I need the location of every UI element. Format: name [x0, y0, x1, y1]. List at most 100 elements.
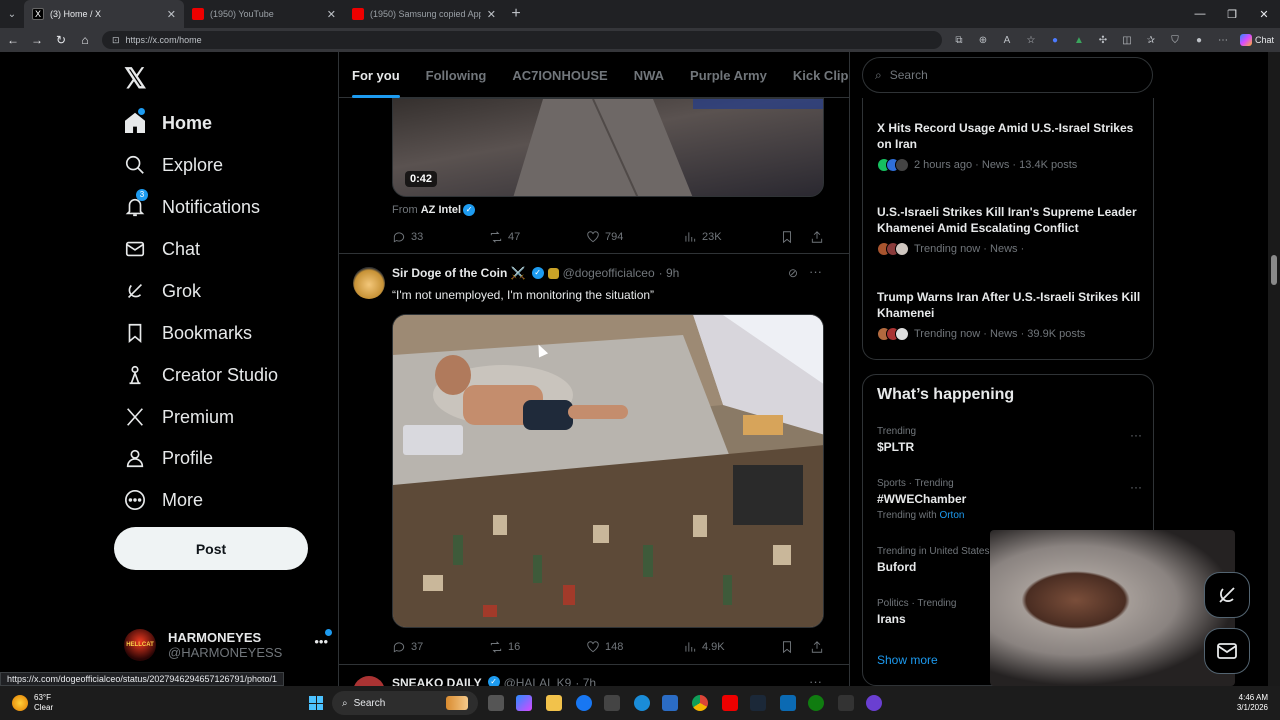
views-button[interactable]: 23K — [683, 230, 780, 244]
bookmark-icon[interactable] — [780, 230, 794, 244]
app-available-icon[interactable]: ⧉ — [952, 33, 966, 47]
restore-icon[interactable]: ❐ — [1216, 8, 1248, 21]
calculator-icon[interactable] — [662, 695, 678, 711]
windows-start-icon[interactable] — [309, 696, 323, 710]
copilot-chat-button[interactable]: Chat — [1240, 34, 1274, 46]
bookmark-icon[interactable] — [780, 640, 794, 654]
sidebar-item-chat[interactable]: Chat — [124, 234, 200, 264]
steam-icon[interactable] — [750, 695, 766, 711]
scrollbar-thumb[interactable] — [1271, 255, 1277, 285]
home-icon[interactable]: ⌂ — [78, 33, 92, 47]
more-dots-icon[interactable]: ··· — [809, 674, 822, 686]
trend-item[interactable]: Sports · Trending #WWEChamber Trending w… — [877, 478, 1142, 521]
file-explorer-icon[interactable] — [546, 695, 562, 711]
site-info-icon[interactable]: ⊡ — [112, 35, 120, 46]
author-name[interactable]: SNEAKO DAILY — [392, 676, 482, 686]
copilot-icon[interactable] — [516, 695, 532, 711]
browser-tab-samsung-video[interactable]: (1950) Samsung copied Apple's w ✕ — [344, 0, 504, 28]
tab-kick-clips[interactable]: Kick Clips — [780, 52, 849, 98]
avatar[interactable] — [353, 267, 385, 299]
news-item[interactable]: Trump Warns Iran After U.S.-Israeli Stri… — [877, 289, 1142, 341]
close-tab-icon[interactable]: ✕ — [327, 8, 336, 21]
account-switcher[interactable]: HELLCAT HARMONEYES @HARMONEYESS ••• — [124, 629, 332, 661]
chrome-icon[interactable] — [692, 695, 708, 711]
tab-ac7ionhouse[interactable]: AC7IONHOUSE — [499, 52, 620, 98]
share-icon[interactable] — [810, 230, 824, 244]
reply-button[interactable]: 37 — [392, 640, 489, 654]
more-dots-icon[interactable]: ··· — [809, 264, 822, 279]
video-player[interactable]: 0:42 — [392, 98, 824, 197]
tab-following[interactable]: Following — [413, 52, 500, 98]
repost-button[interactable]: 16 — [489, 640, 586, 654]
grok-fab-button[interactable] — [1204, 572, 1250, 618]
author-name[interactable]: Sir Doge of the Coin ⚔️ — [392, 266, 526, 280]
show-more-link[interactable]: Show more — [877, 653, 938, 667]
sidebar-item-creator-studio[interactable]: Creator Studio — [124, 360, 278, 390]
task-view-icon[interactable] — [488, 695, 504, 711]
zoom-icon[interactable]: ⊕ — [976, 33, 990, 47]
video-source[interactable]: From AZ Intel ✓ — [392, 204, 476, 217]
post-button[interactable]: Post — [114, 527, 308, 570]
settings-gear-icon[interactable] — [838, 695, 854, 711]
extension-icon[interactable]: ● — [1048, 33, 1062, 47]
more-dots-icon[interactable]: ••• — [314, 634, 328, 649]
share-icon[interactable] — [810, 640, 824, 654]
tab-list-dropdown-icon[interactable]: ⌄ — [0, 9, 24, 20]
weather-widget[interactable]: 63°F Clear — [12, 693, 53, 713]
close-window-icon[interactable]: ✕ — [1248, 8, 1280, 21]
sidebar-item-grok[interactable]: Grok — [124, 276, 201, 306]
back-icon[interactable]: ← — [6, 33, 20, 47]
tweet-timestamp[interactable]: · 7h — [575, 676, 596, 686]
forward-icon[interactable]: → — [30, 33, 44, 47]
tab-nwa[interactable]: NWA — [621, 52, 677, 98]
like-button[interactable]: 794 — [586, 230, 683, 244]
minimize-icon[interactable]: — — [1184, 8, 1216, 20]
profile-avatar-icon[interactable]: ● — [1192, 33, 1206, 47]
browser-essentials-icon[interactable]: ⛉ — [1168, 33, 1182, 47]
sidebar-item-notifications[interactable]: 3 Notifications — [124, 189, 260, 222]
trend-item[interactable]: Trending $PLTR ··· — [877, 426, 1142, 454]
page-scrollbar[interactable] — [1268, 52, 1280, 686]
sidebar-item-bookmarks[interactable]: Bookmarks — [124, 318, 252, 348]
app-icon[interactable] — [780, 695, 796, 711]
close-tab-icon[interactable]: ✕ — [487, 8, 496, 21]
facebook-icon[interactable] — [576, 695, 592, 711]
avatar[interactable] — [353, 676, 385, 686]
tab-purple-army[interactable]: Purple Army — [677, 52, 780, 98]
news-item[interactable]: U.S.-Israeli Strikes Kill Iran's Supreme… — [877, 204, 1142, 256]
sidebar-item-explore[interactable]: Explore — [124, 150, 223, 180]
grok-icon[interactable]: ⊘ — [788, 266, 798, 280]
settings-more-icon[interactable]: ⋯ — [1216, 33, 1230, 47]
browser-tab-x-home[interactable]: X (3) Home / X ✕ — [24, 0, 184, 28]
system-clock[interactable]: 4:46 AM 3/1/2026 — [1237, 693, 1268, 713]
reply-button[interactable]: 33 — [392, 230, 489, 244]
author-handle[interactable]: @HALAL K9 — [504, 676, 572, 686]
youtube-icon[interactable] — [722, 695, 738, 711]
amazon-icon[interactable] — [604, 695, 620, 711]
x-logo-icon[interactable]: 𝕏 — [124, 62, 147, 95]
reload-icon[interactable]: ↻ — [54, 33, 68, 47]
favorite-star-icon[interactable]: ☆ — [1024, 33, 1038, 47]
views-button[interactable]: 4.9K — [683, 640, 780, 654]
close-tab-icon[interactable]: ✕ — [167, 8, 176, 21]
author-handle[interactable]: @dogeofficialceo — [563, 266, 655, 280]
extensions-puzzle-icon[interactable]: ✣ — [1096, 33, 1110, 47]
address-bar[interactable]: ⊡ https://x.com/home — [102, 31, 942, 49]
tab-for-you[interactable]: For you — [339, 52, 413, 98]
messages-fab-button[interactable] — [1204, 628, 1250, 674]
sidebar-item-premium[interactable]: Premium — [124, 402, 234, 432]
trending-with-link[interactable]: Orton — [939, 510, 964, 521]
search-input[interactable]: ⌕ Search — [862, 57, 1153, 93]
more-dots-icon[interactable]: ··· — [1130, 428, 1142, 442]
repost-button[interactable]: 47 — [489, 230, 586, 244]
tweet-timestamp[interactable]: · 9h — [659, 266, 680, 280]
extension-icon[interactable]: ▲ — [1072, 33, 1086, 47]
sidebar-item-profile[interactable]: Profile — [124, 443, 213, 473]
split-screen-icon[interactable]: ◫ — [1120, 33, 1134, 47]
new-tab-button[interactable]: + — [504, 5, 528, 23]
like-button[interactable]: 148 — [586, 640, 683, 654]
news-item[interactable]: X Hits Record Usage Amid U.S.-Israel Str… — [877, 120, 1142, 172]
more-dots-icon[interactable]: ··· — [1130, 480, 1142, 494]
edge-icon[interactable] — [634, 695, 650, 711]
taskbar-search[interactable]: ⌕ Search — [332, 691, 478, 715]
